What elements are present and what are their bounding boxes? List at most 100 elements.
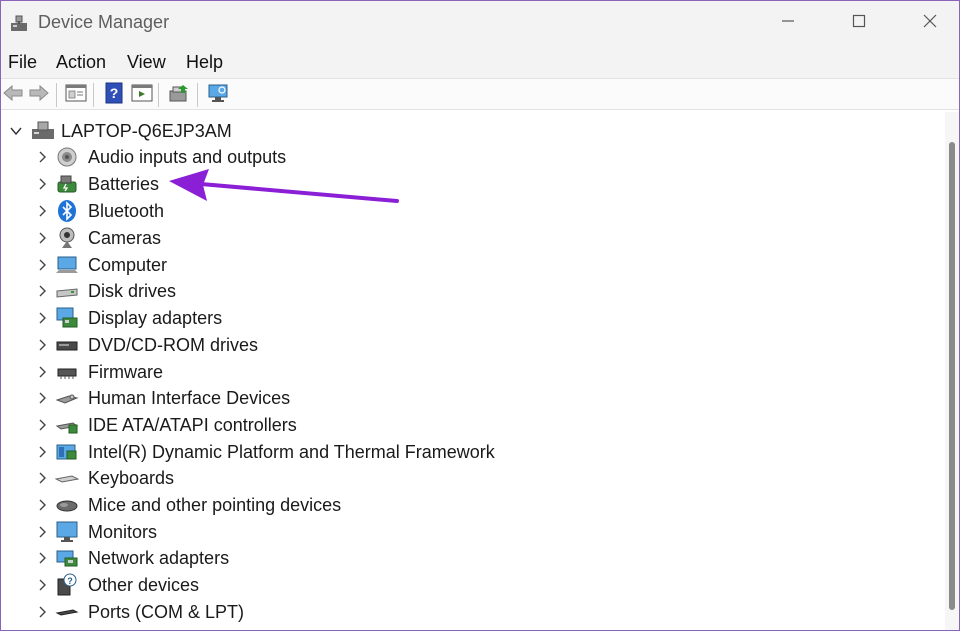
- menu-view[interactable]: View: [127, 52, 166, 73]
- tree-item-monitors[interactable]: Monitors: [33, 519, 157, 545]
- chevron-right-icon[interactable]: [33, 256, 51, 274]
- computer-icon: [55, 253, 79, 277]
- root-label: LAPTOP-Q6EJP3AM: [61, 120, 232, 141]
- mouse-icon: [55, 493, 79, 517]
- svg-text:?: ?: [67, 576, 73, 586]
- other-devices-icon: ?: [55, 573, 79, 597]
- chevron-right-icon[interactable]: [33, 549, 51, 567]
- chevron-right-icon[interactable]: [33, 469, 51, 487]
- tree-item-label: Disk drives: [88, 280, 177, 301]
- minimize-button[interactable]: [753, 1, 823, 45]
- svg-text:?: ?: [110, 85, 119, 101]
- chevron-right-icon[interactable]: [33, 229, 51, 247]
- tree-item-label: Network adapters: [88, 547, 230, 568]
- chevron-right-icon[interactable]: [33, 416, 51, 434]
- ports-icon: [55, 600, 79, 624]
- tree-item-firmware[interactable]: Firmware: [33, 359, 163, 385]
- tree-item-network-adapters[interactable]: Network adapters: [33, 545, 229, 571]
- forward-button[interactable]: [27, 83, 51, 107]
- window-title: Device Manager: [38, 12, 170, 32]
- chevron-right-icon[interactable]: [33, 603, 51, 621]
- tree-root[interactable]: LAPTOP-Q6EJP3AM: [7, 118, 232, 144]
- chevron-right-icon[interactable]: [33, 309, 51, 327]
- tree-item-dvd-drives[interactable]: DVD/CD-ROM drives: [33, 332, 258, 358]
- title-bar[interactable]: Device Manager: [1, 1, 959, 45]
- minimize-icon: [781, 14, 795, 33]
- scrollbar-thumb[interactable]: [949, 142, 955, 610]
- run-icon: [131, 83, 153, 108]
- tree-item-label: Monitors: [88, 521, 158, 542]
- chevron-right-icon[interactable]: [33, 496, 51, 514]
- menu-help[interactable]: Help: [186, 52, 223, 73]
- vertical-scrollbar[interactable]: [945, 112, 959, 630]
- help-button[interactable]: ?: [102, 82, 126, 109]
- tree-item-bluetooth[interactable]: Bluetooth: [33, 198, 164, 224]
- monitor-icon: [55, 520, 79, 544]
- help-icon: ?: [104, 82, 124, 109]
- tree-item-audio[interactable]: Audio inputs and outputs: [33, 144, 286, 170]
- network-adapter-icon: [55, 546, 79, 570]
- toolbar-separator: [197, 83, 198, 107]
- scan-hardware-icon: [207, 83, 229, 108]
- properties-icon: [65, 83, 87, 108]
- tree-item-label: DVD/CD-ROM drives: [88, 334, 259, 355]
- chevron-right-icon[interactable]: [33, 389, 51, 407]
- properties-button[interactable]: [64, 83, 88, 107]
- disk-drive-icon: [55, 279, 79, 303]
- chevron-right-icon[interactable]: [33, 523, 51, 541]
- chevron-right-icon[interactable]: [33, 202, 51, 220]
- tree-item-disk-drives[interactable]: Disk drives: [33, 278, 176, 304]
- chevron-right-icon[interactable]: [33, 175, 51, 193]
- chevron-right-icon[interactable]: [33, 148, 51, 166]
- speaker-icon: [55, 145, 79, 169]
- tree-item-mice[interactable]: Mice and other pointing devices: [33, 492, 341, 518]
- back-button[interactable]: [1, 83, 25, 107]
- chevron-right-icon[interactable]: [33, 282, 51, 300]
- update-driver-icon: [168, 83, 190, 108]
- close-button[interactable]: [895, 1, 959, 45]
- toolbar-separator: [93, 83, 94, 107]
- firmware-icon: [55, 360, 79, 384]
- tree-item-other-devices[interactable]: ? Other devices: [33, 572, 199, 598]
- menu-file[interactable]: File: [8, 52, 37, 73]
- menu-action[interactable]: Action: [56, 52, 106, 73]
- chevron-right-icon[interactable]: [33, 576, 51, 594]
- tree-item-intel-dptf[interactable]: Intel(R) Dynamic Platform and Thermal Fr…: [33, 439, 495, 465]
- device-manager-window: Device Manager File Action View Help ? L…: [0, 0, 960, 631]
- chevron-right-icon[interactable]: [33, 443, 51, 461]
- tree-item-keyboards[interactable]: Keyboards: [33, 465, 174, 491]
- tree-item-label: Audio inputs and outputs: [88, 146, 287, 167]
- chevron-down-icon[interactable]: [7, 122, 25, 140]
- maximize-button[interactable]: [824, 1, 894, 45]
- thermal-framework-icon: [55, 440, 79, 464]
- tree-item-batteries[interactable]: Batteries: [33, 171, 159, 197]
- toolbar-separator: [56, 83, 57, 107]
- tree-item-hid[interactable]: Human Interface Devices: [33, 385, 290, 411]
- ide-controller-icon: [55, 413, 79, 437]
- keyboard-icon: [55, 466, 79, 490]
- tree-item-ide[interactable]: IDE ATA/ATAPI controllers: [33, 412, 297, 438]
- tree-item-display-adapters[interactable]: Display adapters: [33, 305, 222, 331]
- close-icon: [923, 14, 937, 33]
- scan-hardware-button[interactable]: [206, 83, 230, 107]
- forward-icon: [28, 84, 50, 107]
- toolbar-separator: [158, 83, 159, 107]
- tree-item-label: Keyboards: [88, 467, 175, 488]
- tree-item-computer[interactable]: Computer: [33, 252, 167, 278]
- camera-icon: [55, 226, 79, 250]
- battery-icon: [55, 172, 79, 196]
- chevron-right-icon[interactable]: [33, 363, 51, 381]
- tree-item-ports[interactable]: Ports (COM & LPT): [33, 599, 244, 625]
- display-adapter-icon: [55, 306, 79, 330]
- tree-item-label: Cameras: [88, 227, 162, 248]
- run-button[interactable]: [130, 83, 154, 107]
- update-driver-button[interactable]: [167, 83, 191, 107]
- hid-icon: [55, 386, 79, 410]
- tree-item-label: IDE ATA/ATAPI controllers: [88, 414, 297, 435]
- tree-item-label: Display adapters: [88, 307, 223, 328]
- tree-item-label: Batteries: [88, 173, 160, 194]
- chevron-right-icon[interactable]: [33, 336, 51, 354]
- tree-item-label: Firmware: [88, 361, 163, 382]
- tree-item-cameras[interactable]: Cameras: [33, 225, 161, 251]
- computer-tower-icon: [31, 120, 55, 142]
